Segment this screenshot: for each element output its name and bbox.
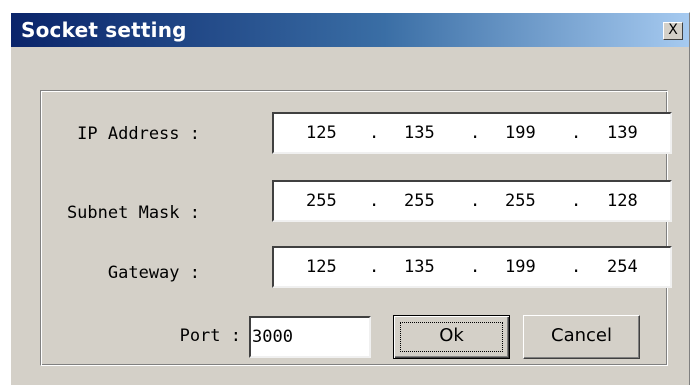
gateway-octet-3[interactable]: 199: [505, 257, 536, 277]
window-title: Socket setting: [21, 18, 187, 42]
gateway-field[interactable]: 125 . 135 . 199 . 254: [272, 246, 672, 288]
octet-separator: .: [470, 191, 481, 211]
port-label: Port :: [179, 326, 241, 346]
octet-separator: .: [571, 191, 582, 211]
ip-address-octet-3[interactable]: 199: [505, 123, 536, 143]
titlebar[interactable]: Socket setting X: [11, 13, 689, 47]
subnet-mask-octet-2[interactable]: 255: [404, 191, 435, 211]
octet-separator: .: [369, 191, 380, 211]
subnet-mask-label: Subnet Mask :: [66, 203, 200, 223]
gateway-octet-4[interactable]: 254: [607, 257, 638, 277]
octet-separator: .: [470, 123, 481, 143]
subnet-mask-octet-3[interactable]: 255: [505, 191, 536, 211]
octet-separator: .: [571, 123, 582, 143]
gateway-octet-1[interactable]: 125: [306, 257, 337, 277]
ip-address-octet-4[interactable]: 139: [607, 123, 638, 143]
cancel-button[interactable]: Cancel: [523, 315, 640, 359]
ok-button-label: Ok: [439, 325, 464, 346]
ok-button[interactable]: Ok: [393, 315, 510, 359]
octet-separator: .: [571, 257, 582, 277]
ip-address-field[interactable]: 125 . 135 . 199 . 139: [272, 112, 672, 154]
subnet-mask-field[interactable]: 255 . 255 . 255 . 128: [272, 180, 672, 222]
gateway-label: Gateway :: [107, 263, 200, 283]
port-input[interactable]: 3000: [249, 316, 371, 358]
settings-group: IP Address : 125 . 135 . 199 . 139 Subne…: [40, 90, 672, 366]
ip-address-octet-1[interactable]: 125: [306, 123, 337, 143]
subnet-mask-octet-4[interactable]: 128: [607, 191, 638, 211]
close-button[interactable]: X: [663, 22, 683, 40]
ip-address-octet-2[interactable]: 135: [404, 123, 435, 143]
ip-address-label: IP Address :: [77, 124, 200, 144]
subnet-mask-octet-1[interactable]: 255: [306, 191, 337, 211]
octet-separator: .: [369, 257, 380, 277]
cancel-button-label: Cancel: [551, 325, 612, 346]
gateway-octet-2[interactable]: 135: [404, 257, 435, 277]
octet-separator: .: [369, 123, 380, 143]
octet-separator: .: [470, 257, 481, 277]
close-icon: X: [668, 22, 678, 38]
socket-setting-dialog: Socket setting X IP Address : 125 . 135 …: [10, 12, 690, 385]
